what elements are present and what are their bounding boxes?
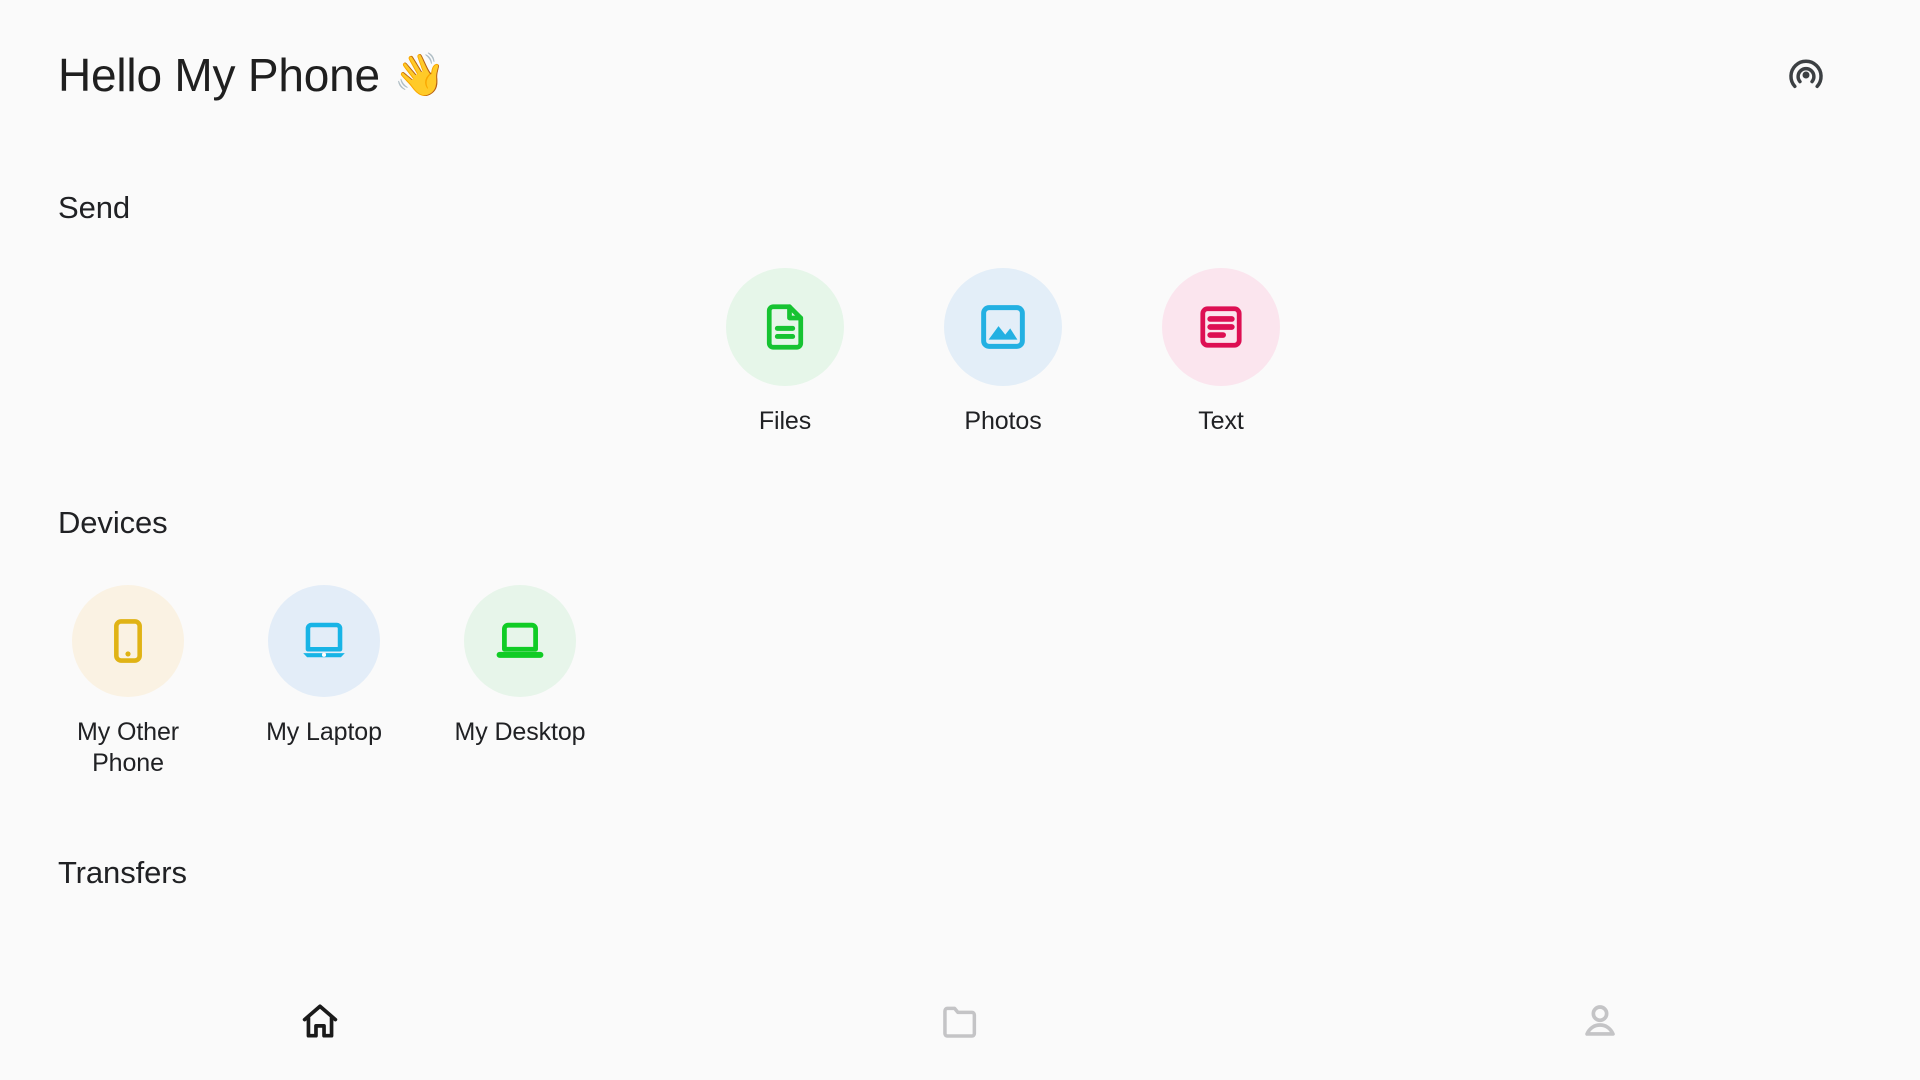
send-option-files[interactable]: Files [710, 268, 860, 437]
device-label: My Other Phone [77, 718, 179, 777]
desktop-icon [494, 615, 546, 667]
transfers-heading: Transfers [58, 855, 187, 890]
waving-hand-emoji: 👋 [393, 51, 447, 98]
page-title-text: Hello My Phone [58, 49, 380, 101]
device-label: My Desktop [454, 718, 586, 746]
photos-icon-circle [944, 268, 1062, 386]
smartphone-icon [103, 616, 153, 666]
device-my-other-phone[interactable]: My Other Phone [42, 585, 214, 778]
transfers-section: Transfers [0, 855, 187, 891]
text-icon-circle [1162, 268, 1280, 386]
nearby-share-icon [1784, 53, 1828, 97]
nav-item-profile[interactable] [1280, 962, 1920, 1080]
send-options-row: Files Photos Text [0, 268, 1920, 437]
nav-item-home[interactable] [0, 962, 640, 1080]
devices-section: Devices My Other Phone My Laptop My Desk… [0, 505, 1920, 778]
devices-row: My Other Phone My Laptop My Desktop [0, 585, 1920, 778]
files-icon-circle [726, 268, 844, 386]
bottom-navigation-bar [0, 962, 1920, 1080]
folder-icon [933, 994, 987, 1048]
document-icon [758, 300, 812, 354]
device-my-desktop[interactable]: My Desktop [434, 585, 606, 778]
send-heading: Send [58, 190, 130, 225]
nearby-share-button[interactable] [1778, 47, 1834, 103]
send-option-photos[interactable]: Photos [928, 268, 1078, 437]
desktop-icon-circle [464, 585, 576, 697]
image-icon [976, 300, 1030, 354]
phone-icon-circle [72, 585, 184, 697]
text-lines-icon [1195, 301, 1247, 353]
send-option-label: Files [758, 407, 812, 435]
app-header: Hello My Phone 👋 [0, 0, 1920, 150]
person-icon [1573, 994, 1627, 1048]
home-icon [293, 994, 347, 1048]
send-section: Send Files Photos Text [0, 190, 1920, 437]
send-option-label: Text [1198, 407, 1244, 435]
send-option-label: Photos [964, 407, 1042, 435]
device-label: My Laptop [266, 718, 382, 746]
laptop-icon-circle [268, 585, 380, 697]
page-title: Hello My Phone 👋 [58, 48, 446, 102]
laptop-icon [298, 615, 350, 667]
device-my-laptop[interactable]: My Laptop [238, 585, 410, 778]
devices-heading: Devices [58, 505, 168, 540]
send-option-text[interactable]: Text [1146, 268, 1296, 437]
nav-item-files[interactable] [640, 962, 1280, 1080]
